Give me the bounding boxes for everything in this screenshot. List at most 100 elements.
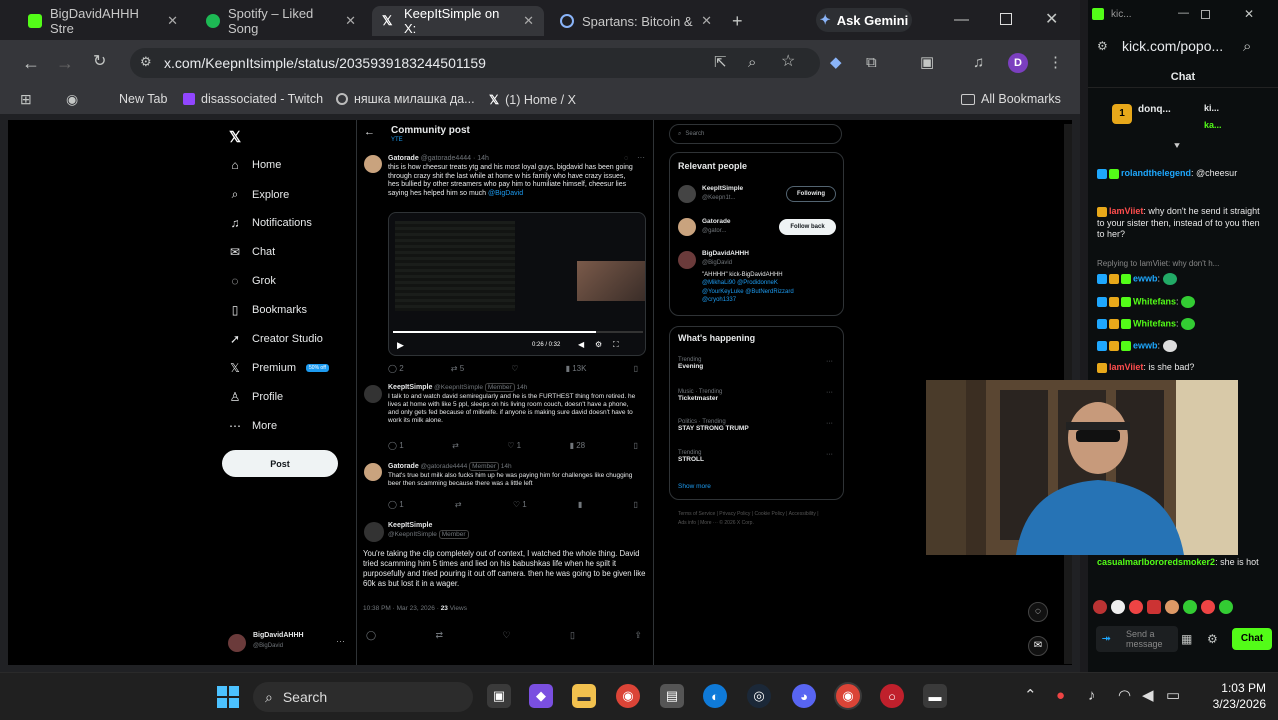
zoom-icon[interactable]: ⌕ <box>1243 39 1251 54</box>
bookmark-new-tab[interactable]: New Tab <box>119 92 167 106</box>
back-arrow-icon[interactable]: ← <box>364 126 375 138</box>
nav-premium[interactable]: 𝕏 Premium 50% off <box>228 361 329 375</box>
nav-explore[interactable]: ⌕ Explore <box>228 187 290 202</box>
tab-spartans[interactable]: Spartans: Bitcoin & ✕ <box>550 6 722 36</box>
microphone-icon[interactable]: ♪ <box>1088 688 1096 703</box>
apps-grid-icon[interactable]: ⊞ <box>20 92 32 106</box>
like-icon[interactable]: ♡ <box>503 630 511 641</box>
views-icon[interactable]: ▮ 28 <box>570 441 586 450</box>
gift-icon[interactable]: ▦ <box>1181 633 1192 645</box>
emote-icon[interactable] <box>1093 600 1107 614</box>
trend-item[interactable]: Music · Trending Ticketmaster <box>678 389 722 402</box>
bookmark-nyashka[interactable]: няшка милашка да... <box>336 92 475 106</box>
taskbar-search-box[interactable]: ⌕ Search <box>253 682 473 712</box>
settings-icon[interactable]: ⚙ <box>1207 633 1218 645</box>
more-icon[interactable]: ··· <box>637 153 645 162</box>
trend-more-icon[interactable]: ··· <box>826 389 833 396</box>
bookmark-icon[interactable]: ▯ <box>634 500 638 509</box>
task-view-icon[interactable]: ▣ <box>487 684 511 708</box>
copilot-icon[interactable]: ◆ <box>529 684 553 708</box>
windows-start-icon[interactable] <box>216 684 240 708</box>
person-name[interactable]: Gatorade <box>702 218 731 225</box>
emote-icon[interactable] <box>1129 600 1143 614</box>
recording-icon[interactable]: ● <box>1056 688 1065 703</box>
zoom-icon[interactable]: ⌕ <box>748 55 756 70</box>
wifi-icon[interactable]: ◠ <box>1118 688 1131 703</box>
views-icon[interactable]: ▮ <box>578 500 582 509</box>
avatar[interactable] <box>678 185 696 203</box>
settings-icon[interactable]: ⚙ <box>595 340 602 349</box>
reload-icon[interactable]: ↻ <box>93 54 106 70</box>
bio-mentions[interactable]: @YourKeyLuke @ButNerdRizzard <box>702 289 794 295</box>
close-window-icon[interactable]: ✕ <box>1045 12 1058 28</box>
new-tab-plus-icon[interactable]: + <box>732 12 743 30</box>
kick-url[interactable]: kick.com/popo... <box>1122 38 1223 54</box>
reply-icon[interactable]: ◯ 1 <box>388 500 404 509</box>
maximize-icon[interactable] <box>1000 13 1012 25</box>
chat-reply-preview[interactable]: Replying to IamViiet: why don't h... <box>1097 259 1262 269</box>
video-progress-track[interactable] <box>393 331 643 333</box>
like-icon[interactable]: ♡ 1 <box>507 441 521 450</box>
bookmark-twitch[interactable]: disassociated - Twitch <box>183 92 323 106</box>
avatar[interactable] <box>364 463 382 481</box>
all-bookmarks-folder[interactable]: All Bookmarks <box>961 92 1061 106</box>
speaker-icon[interactable]: ◀ <box>1142 688 1154 703</box>
video-player[interactable]: ▶ 0:26 / 0:32 ◀ ⚙ ⛶ <box>388 212 646 356</box>
search-input[interactable]: ⌕ Search <box>669 124 842 144</box>
chrome-menu-icon[interactable]: ⋮ <box>1048 55 1063 70</box>
repost-icon[interactable]: ⇄ 5 <box>451 364 464 373</box>
trend-item[interactable]: Politics · Trending STAY STRONG TRUMP <box>678 419 749 432</box>
forward-arrow-icon[interactable]: → <box>56 54 74 72</box>
author-name[interactable]: Gatorade <box>388 463 419 470</box>
app-icon[interactable]: ▬ <box>923 684 947 708</box>
emote-icon[interactable] <box>1201 600 1215 614</box>
globe-icon[interactable]: ◉ <box>66 92 78 106</box>
nav-home[interactable]: ⌂ Home <box>228 158 281 172</box>
bookmark-icon[interactable]: ▯ <box>570 630 575 641</box>
reply-icon[interactable]: ◯ 2 <box>388 364 404 373</box>
mention-link[interactable]: @BigDavid <box>488 190 523 197</box>
address-bar[interactable]: ⚙ x.com/KeepnItsimple/status/20359391832… <box>130 48 820 78</box>
avatar[interactable] <box>364 385 382 403</box>
emote-picker-icon[interactable]: ⯮ <box>1102 632 1111 645</box>
steam-icon[interactable]: ◎ <box>747 684 771 708</box>
reply-icon[interactable]: ◯ 1 <box>388 441 404 450</box>
chat-username[interactable]: Whitefans <box>1133 318 1176 328</box>
grok-icon[interactable]: ◌ <box>624 155 628 162</box>
taskbar-clock[interactable]: 1:03 PM 3/23/2026 <box>1200 681 1266 712</box>
tab-kick-stream[interactable]: BigDavidAHHH Stre ✕ <box>18 6 188 36</box>
chat-username[interactable]: IamViiet <box>1109 206 1143 216</box>
close-tab-icon[interactable]: ✕ <box>701 13 712 29</box>
opera-icon[interactable]: ○ <box>880 684 904 708</box>
close-window-icon[interactable]: ✕ <box>1244 8 1254 20</box>
trend-item[interactable]: Trending STROLL <box>678 450 704 463</box>
reply-icon[interactable]: ◯ <box>366 630 376 641</box>
emote-icon[interactable] <box>1183 600 1197 614</box>
trend-more-icon[interactable]: ··· <box>826 420 833 427</box>
nav-creator-studio[interactable]: ➚ Creator Studio <box>228 332 323 346</box>
emote-icon[interactable] <box>1111 600 1125 614</box>
emote-icon[interactable] <box>1219 600 1233 614</box>
repost-icon[interactable]: ⇄ <box>455 500 462 509</box>
chat-float-icon[interactable]: ✉ <box>1028 636 1048 656</box>
tab-search-icon[interactable]: ▣ <box>920 55 934 70</box>
nav-more[interactable]: ⋯ More <box>228 419 277 433</box>
emote-icon[interactable] <box>1165 600 1179 614</box>
bookmark-icon[interactable]: ▯ <box>634 364 638 373</box>
leader-name[interactable]: ka... <box>1204 120 1222 130</box>
trend-more-icon[interactable]: ··· <box>826 358 833 365</box>
follow-back-button[interactable]: Follow back <box>779 219 836 235</box>
nav-bookmarks[interactable]: ▯ Bookmarks <box>228 303 307 317</box>
edge-icon[interactable]: ◐ <box>703 684 727 708</box>
avatar[interactable] <box>364 155 382 173</box>
fullscreen-icon[interactable]: ⛶ <box>613 340 619 350</box>
repost-icon[interactable]: ⇄ <box>452 441 459 450</box>
chevron-up-icon[interactable]: ⌃ <box>1024 688 1037 703</box>
grok-float-icon[interactable]: ◌ <box>1028 602 1048 622</box>
install-app-icon[interactable]: ⇱ <box>714 55 727 70</box>
like-icon[interactable]: ♡ 1 <box>513 500 527 509</box>
bookmark-icon[interactable]: ▯ <box>634 441 638 450</box>
tab-x-post[interactable]: 𝕏 KeepItSimple on X: ✕ <box>372 6 544 36</box>
chat-username[interactable]: casualmarlbororedsmoker2 <box>1097 557 1215 567</box>
profile-avatar[interactable]: D <box>1008 53 1028 73</box>
